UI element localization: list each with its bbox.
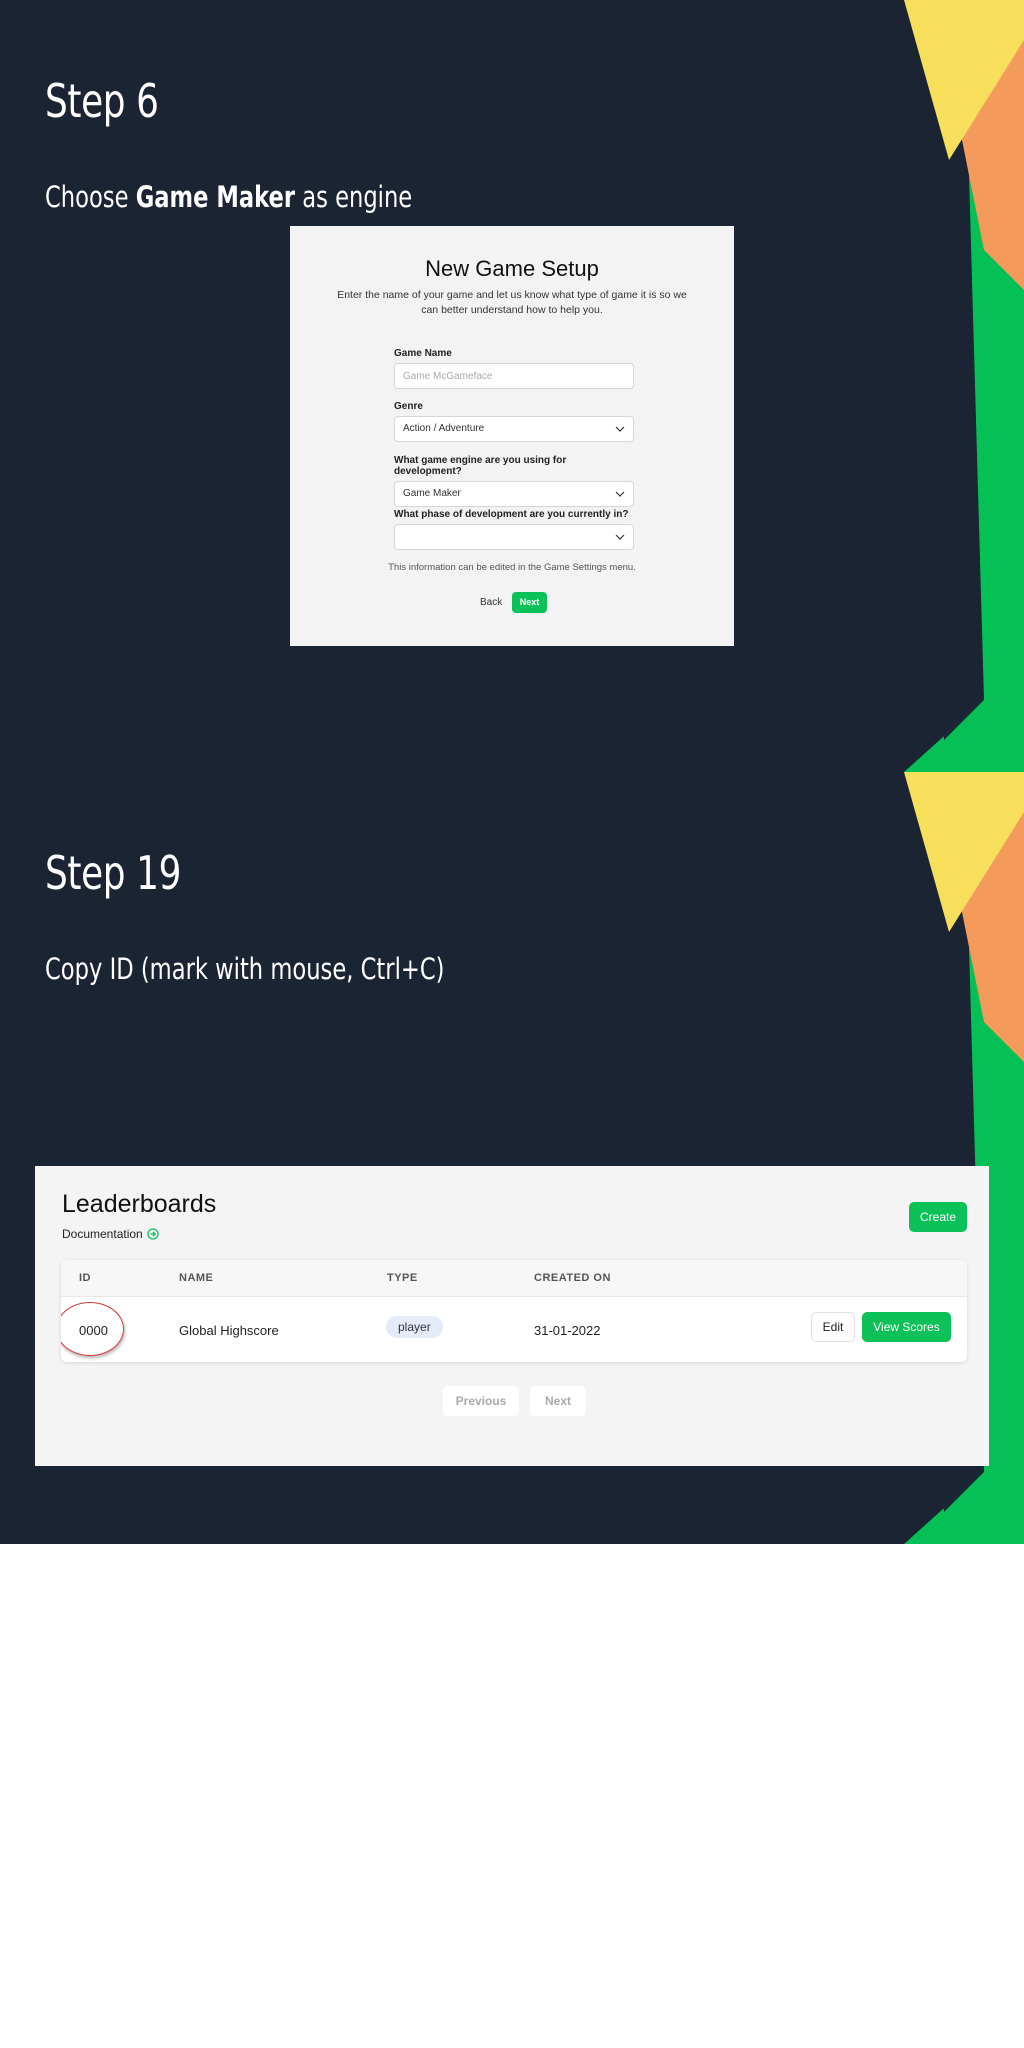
game-name-label: Game Name (394, 348, 452, 359)
step-description: Choose Game Maker as engine (45, 180, 412, 214)
chevron-down-icon (615, 534, 625, 540)
row-name: Global Highscore (179, 1323, 279, 1338)
engine-value: Game Maker (403, 488, 461, 499)
step-6-slide: Step 6 Choose Game Maker as engine New G… (0, 0, 1024, 772)
game-name-field: Game Name (394, 348, 634, 389)
highlight-circle (61, 1302, 124, 1356)
leaderboards-title: Leaderboards (62, 1190, 217, 1218)
engine-select[interactable]: Game Maker (394, 481, 634, 507)
phase-select[interactable] (394, 524, 634, 550)
new-game-setup-screenshot: New Game Setup Enter the name of your ga… (290, 226, 734, 646)
view-scores-button[interactable]: View Scores (862, 1312, 951, 1342)
next-page-button[interactable]: Next (530, 1386, 586, 1416)
genre-value: Action / Adventure (403, 423, 485, 434)
row-created-on: 31-01-2022 (534, 1323, 601, 1338)
table-header: ID NAME TYPE CREATED ON (61, 1260, 967, 1297)
previous-button[interactable]: Previous (443, 1386, 519, 1416)
game-name-input[interactable] (394, 363, 634, 389)
chevron-down-icon (615, 426, 625, 432)
step-19-slide: Step 19 Copy ID (mark with mouse, Ctrl+C… (0, 772, 1024, 1544)
phase-field: What phase of development are you curren… (394, 509, 634, 550)
setup-title: New Game Setup (425, 256, 599, 281)
step-title: Step 6 (45, 74, 159, 128)
desc-prefix: Choose (45, 180, 136, 214)
step-description: Copy ID (mark with mouse, Ctrl+C) (45, 952, 445, 986)
back-button[interactable]: Back (480, 597, 502, 608)
genre-field: Genre Action / Adventure (394, 401, 634, 442)
column-header-created-on: CREATED ON (534, 1272, 611, 1284)
column-header-name: NAME (179, 1272, 214, 1284)
genre-select[interactable]: Action / Adventure (394, 416, 634, 442)
column-header-id: ID (79, 1272, 91, 1284)
decorative-stripes (904, 0, 1024, 772)
next-button[interactable]: Next (512, 592, 547, 613)
step-title: Step 19 (45, 846, 182, 900)
documentation-label: Documentation (62, 1227, 143, 1241)
leaderboards-screenshot: Leaderboards Documentation Create ID NAM… (35, 1166, 989, 1466)
engine-label: What game engine are you using for devel… (394, 455, 567, 477)
arrow-right-circle-icon (147, 1228, 159, 1240)
engine-field: What game engine are you using for devel… (394, 455, 634, 507)
desc-bold: Game Maker (135, 180, 296, 214)
type-badge: player (386, 1316, 443, 1338)
leaderboards-table: ID NAME TYPE CREATED ON 0000 Global High… (61, 1260, 967, 1362)
genre-label: Genre (394, 401, 423, 412)
create-button[interactable]: Create (909, 1202, 967, 1232)
chevron-down-icon (615, 491, 625, 497)
setup-subtitle: Enter the name of your game and let us k… (337, 289, 687, 316)
edit-button[interactable]: Edit (811, 1312, 855, 1342)
setup-note: This information can be edited in the Ga… (388, 562, 636, 573)
desc-suffix: as engine (295, 180, 413, 214)
column-header-type: TYPE (387, 1272, 418, 1284)
phase-label: What phase of development are you curren… (394, 509, 629, 520)
documentation-link[interactable]: Documentation (62, 1227, 159, 1241)
